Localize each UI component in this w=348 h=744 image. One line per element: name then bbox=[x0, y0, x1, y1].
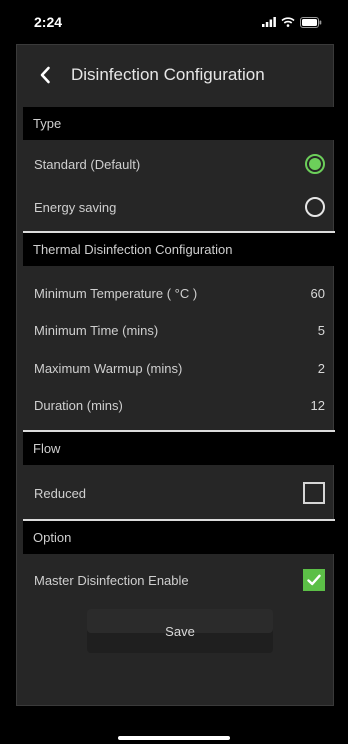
setting-value: 5 bbox=[317, 322, 325, 338]
cellular-signal-icon bbox=[262, 17, 276, 27]
section-title: Thermal Disinfection Configuration bbox=[33, 242, 233, 257]
flow-reduced-row[interactable]: Reduced bbox=[23, 476, 335, 510]
battery-icon bbox=[300, 16, 322, 28]
setting-max-warmup[interactable]: Maximum Warmup (mins) 2 bbox=[23, 351, 335, 385]
back-button[interactable] bbox=[27, 55, 63, 95]
status-time: 2:24 bbox=[34, 14, 63, 30]
section-title: Flow bbox=[33, 441, 61, 456]
option-label: Energy saving bbox=[34, 199, 117, 215]
checkmark-icon bbox=[307, 574, 321, 586]
radio-dot bbox=[309, 158, 321, 170]
option-energy-saving[interactable]: Energy saving bbox=[23, 190, 335, 224]
radio-energy-saving[interactable] bbox=[305, 197, 325, 217]
section-header-flow: Flow bbox=[23, 432, 335, 465]
home-indicator[interactable] bbox=[118, 736, 230, 740]
page-title: Disinfection Configuration bbox=[71, 65, 265, 84]
setting-duration[interactable]: Duration (mins) 12 bbox=[23, 388, 335, 422]
master-disinfection-row[interactable]: Master Disinfection Enable bbox=[23, 563, 335, 597]
section-header-type: Type bbox=[23, 107, 335, 140]
section-title: Option bbox=[33, 530, 72, 545]
radio-standard-selected[interactable] bbox=[305, 154, 325, 174]
nav-header: Disinfection Configuration bbox=[17, 45, 333, 105]
phone-screen: 2:24 Disinfection Configuration Type Sta… bbox=[0, 0, 348, 744]
config-panel: Disinfection Configuration Type Standard… bbox=[16, 44, 335, 706]
status-icons bbox=[262, 16, 322, 28]
section-header-thermal: Thermal Disinfection Configuration bbox=[23, 233, 335, 266]
checkbox-reduced[interactable] bbox=[303, 482, 325, 504]
setting-label: Duration (mins) bbox=[34, 397, 123, 413]
setting-min-time[interactable]: Minimum Time (mins) 5 bbox=[23, 313, 335, 347]
section-title: Type bbox=[33, 116, 62, 131]
checkbox-master-enable[interactable] bbox=[303, 569, 325, 591]
setting-label: Minimum Time (mins) bbox=[34, 322, 159, 338]
option-standard[interactable]: Standard (Default) bbox=[23, 147, 335, 181]
save-button[interactable]: Save bbox=[87, 609, 273, 653]
setting-label: Minimum Temperature ( °C ) bbox=[34, 285, 198, 301]
setting-value: 12 bbox=[310, 397, 325, 413]
option-label: Master Disinfection Enable bbox=[34, 572, 189, 588]
setting-label: Maximum Warmup (mins) bbox=[34, 360, 183, 376]
option-label: Standard (Default) bbox=[34, 156, 141, 172]
chevron-left-icon bbox=[40, 66, 50, 84]
setting-value: 60 bbox=[310, 285, 325, 301]
option-label: Reduced bbox=[34, 485, 87, 501]
status-bar: 2:24 bbox=[0, 0, 348, 44]
setting-value: 2 bbox=[317, 360, 325, 376]
setting-min-temperature[interactable]: Minimum Temperature ( °C ) 60 bbox=[23, 276, 335, 310]
wifi-icon bbox=[281, 17, 295, 27]
section-header-option: Option bbox=[23, 521, 335, 554]
